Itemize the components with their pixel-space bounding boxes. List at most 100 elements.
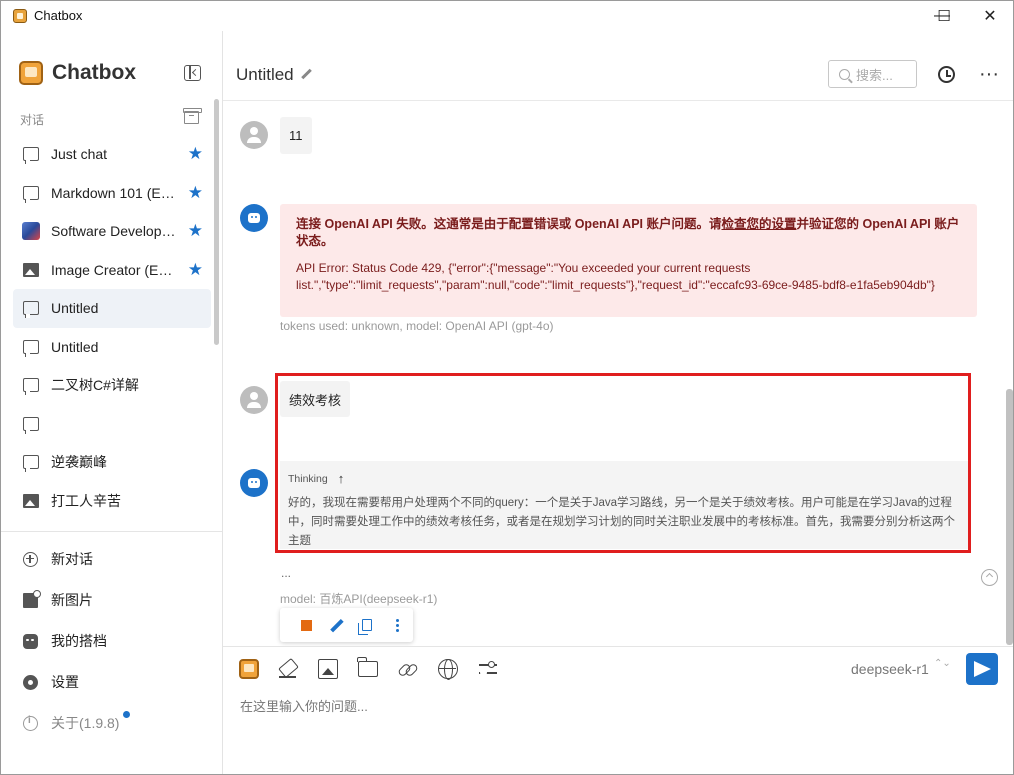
user-message-text: 11 <box>289 128 303 143</box>
message-meta: model: 百炼API(deepseek-r1) <box>280 592 438 606</box>
edit-title-icon[interactable] <box>301 69 311 79</box>
update-badge <box>123 711 130 718</box>
star-icon[interactable]: ★ <box>188 221 203 241</box>
user-message: 绩效考核 <box>280 381 351 417</box>
copy-icon <box>358 619 373 635</box>
conversation-label: 逆袭巅峰 <box>51 454 107 471</box>
image-upload-icon[interactable] <box>318 659 338 679</box>
conversation-item[interactable]: Untitled <box>13 328 211 367</box>
chat-icon <box>23 147 39 165</box>
conversation-item[interactable]: 二叉树C#详解 <box>13 366 211 405</box>
my-copilots-button[interactable]: 我的搭档 <box>23 627 213 655</box>
conversation-label: Just chat <box>51 146 108 163</box>
chat-icon <box>23 185 39 203</box>
collapse-sidebar-icon[interactable] <box>184 65 201 81</box>
conversation-item[interactable]: Just chat ★ <box>13 135 211 174</box>
close-button[interactable]: ✕ <box>967 1 1013 31</box>
about-label: 关于(1.9.8) <box>51 715 120 731</box>
star-icon[interactable]: ★ <box>188 183 203 203</box>
chatbox-logo-icon <box>19 61 43 85</box>
more-options-icon[interactable]: ··· <box>979 64 999 84</box>
history-icon[interactable] <box>938 66 955 83</box>
add-circle-icon <box>23 551 38 567</box>
edit-button[interactable] <box>322 608 353 642</box>
conversation-item[interactable]: Software Develop… ★ <box>13 212 211 251</box>
settings-button[interactable]: 设置 <box>23 668 213 696</box>
thinking-text: 好的，我现在需要帮用户处理两个不同的query：一个是关于Java学习路线，另一… <box>288 497 955 547</box>
error-detail: API Error: Status Code 429, {"error":{"m… <box>296 261 935 292</box>
web-search-globe-icon[interactable] <box>438 659 458 680</box>
star-icon[interactable]: ★ <box>188 260 203 280</box>
send-button[interactable] <box>966 653 998 685</box>
about-button[interactable]: 关于(1.9.8) <box>23 709 213 737</box>
thinking-label: Thinking <box>288 472 328 485</box>
search-input[interactable]: 搜索... <box>828 60 917 88</box>
conversation-item[interactable]: 逆袭巅峰 <box>13 443 211 482</box>
model-selector[interactable]: deepseek-r1 <box>851 661 929 677</box>
sidebar-scrollbar[interactable] <box>214 99 219 345</box>
chatbox-logo-icon[interactable] <box>239 659 259 679</box>
info-icon <box>23 715 38 731</box>
new-image-button[interactable]: 新图片 <box>23 586 213 614</box>
star-icon[interactable]: ★ <box>188 144 203 164</box>
chat-scrollbar[interactable] <box>1006 389 1013 645</box>
conversation-label: Software Develop… <box>51 223 176 240</box>
thinking-header[interactable]: Thinking ↑ <box>288 471 960 486</box>
conversation-label: Untitled <box>51 338 99 355</box>
new-chat-button[interactable]: 新对话 <box>23 545 213 573</box>
user-message: 11 <box>280 117 312 154</box>
settings-sliders-icon[interactable] <box>478 659 498 679</box>
error-message: 连接 OpenAI API 失败。这通常是由于配置错误或 OpenAI API … <box>280 204 977 317</box>
chat-icon <box>23 301 39 319</box>
sidebar: Chatbox 对话 Just chat ★ Markdown 101 (E… … <box>1 31 223 774</box>
brand-name: Chatbox <box>52 61 136 84</box>
conversation-item[interactable]: Markdown 101 (E… ★ <box>13 174 211 213</box>
window-title: Chatbox <box>34 8 83 23</box>
conversation-label: 二叉树C#详解 <box>51 377 139 394</box>
title-bar: Chatbox — ☐ ✕ <box>1 1 1013 31</box>
settings-label: 设置 <box>51 674 79 690</box>
message-meta: tokens used: unknown, model: OpenAI API … <box>280 319 554 333</box>
chat-icon <box>23 416 39 434</box>
chatbox-logo-icon <box>13 9 27 23</box>
pencil-icon <box>329 618 344 633</box>
copy-button[interactable] <box>352 608 383 642</box>
conversation-item[interactable]: 打工人辛苦 <box>13 482 211 521</box>
folder-icon[interactable] <box>357 657 378 677</box>
stop-icon <box>300 619 312 631</box>
maximize-button[interactable]: ☐ <box>921 1 967 31</box>
error-title: 连接 OpenAI API 失败。这通常是由于配置错误或 OpenAI API … <box>296 216 961 250</box>
vertical-dots-icon <box>396 623 400 627</box>
search-placeholder: 搜索... <box>856 67 893 83</box>
new-image-label: 新图片 <box>51 592 93 608</box>
conversation-item[interactable] <box>13 405 211 444</box>
gear-icon <box>23 674 38 690</box>
more-actions-button[interactable] <box>383 608 414 642</box>
conversation-label: Markdown 101 (E… <box>51 184 175 201</box>
chat-icon <box>23 455 39 473</box>
robot-icon <box>23 633 38 649</box>
conversation-list: Just chat ★ Markdown 101 (E… ★ Software … <box>13 135 211 525</box>
collapse-arrow-icon[interactable]: ↑ <box>338 471 345 486</box>
conversation-item-active[interactable]: Untitled <box>13 289 211 328</box>
assistant-avatar <box>240 204 268 232</box>
message-input[interactable]: 在这里输入你的问题... <box>240 696 368 715</box>
developer-avatar-icon <box>22 222 40 241</box>
new-chat-label: 新对话 <box>51 551 93 567</box>
chevron-updown-icon[interactable]: ⌃⌄ <box>934 659 951 669</box>
conversation-item[interactable]: Image Creator (E… ★ <box>13 251 211 290</box>
message-actions-toolbar <box>280 608 413 642</box>
app-window: Chatbox — ☐ ✕ Chatbox 对话 Just chat ★ Mar… <box>0 0 1014 775</box>
image-icon <box>23 262 39 277</box>
check-settings-link[interactable]: 检查您的设置 <box>721 217 796 231</box>
streaming-ellipsis: ... <box>281 566 292 580</box>
link-icon[interactable] <box>397 659 417 679</box>
scroll-to-top-icon[interactable] <box>981 569 998 586</box>
chat-title: Untitled <box>236 65 294 84</box>
assistant-avatar <box>240 469 268 497</box>
chat-icon <box>23 339 39 357</box>
composer: deepseek-r1 ⌃⌄ 在这里输入你的问题... <box>223 646 1013 774</box>
eraser-icon[interactable] <box>277 659 297 679</box>
archive-icon[interactable] <box>183 108 202 124</box>
stop-button[interactable] <box>291 608 322 642</box>
